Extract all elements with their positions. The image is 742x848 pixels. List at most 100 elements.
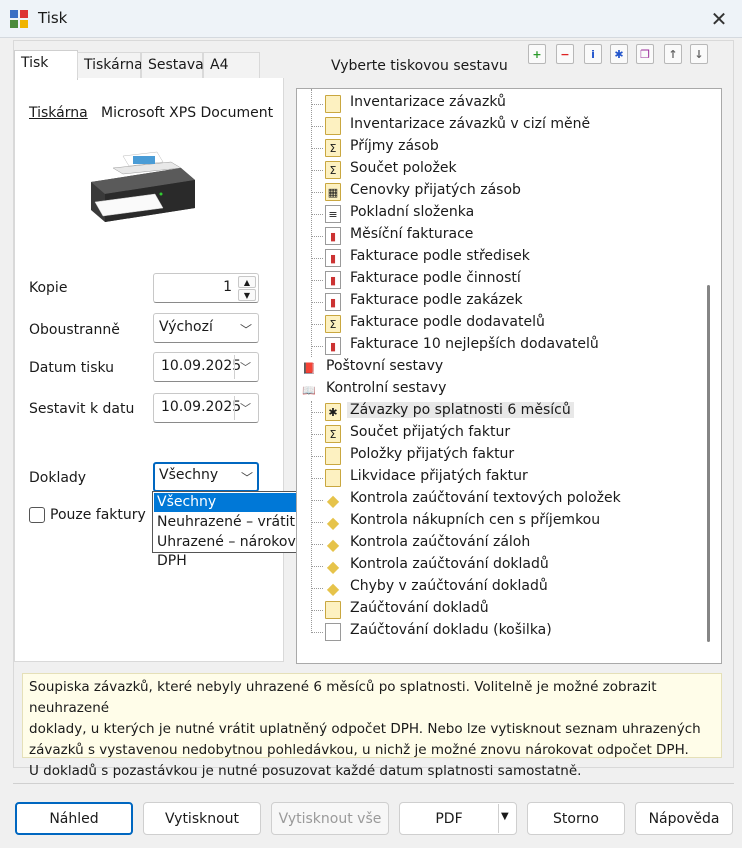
tree-item[interactable]: ◆ Kontrola zaúčtování záloh	[297, 533, 697, 555]
tree-item[interactable]: Σ Součet přijatých faktur	[297, 423, 697, 445]
tree-connector	[311, 258, 323, 259]
tree-connector	[311, 280, 323, 281]
tree-item[interactable]: Σ Příjmy zásob	[297, 137, 697, 159]
document-icon	[325, 601, 341, 619]
pdf-dropdown-arrow-icon[interactable]: ▼	[501, 811, 509, 822]
spin-down-button[interactable]: ▼	[238, 289, 256, 301]
tab-sestava[interactable]: Sestava	[141, 52, 204, 78]
tree-connector	[311, 456, 323, 457]
tree-item-label: Poštovní sestavy	[326, 358, 444, 374]
move-up-button[interactable]: ↑	[664, 44, 682, 64]
tree-item-label: Kontrolní sestavy	[326, 380, 447, 396]
bar-chart-icon: ▮	[325, 249, 341, 267]
sestavit-k-datu-picker[interactable]: 10.09.2025 ﹀	[153, 393, 259, 423]
info-button[interactable]: i	[584, 44, 602, 64]
sum-icon: Σ	[325, 425, 341, 443]
tab-a4[interactable]: A4	[203, 52, 260, 78]
tree-connector	[311, 434, 323, 435]
help-button[interactable]: Nápověda	[635, 802, 733, 835]
tree-item[interactable]: Položky přijatých faktur	[297, 445, 697, 467]
tree-item-label: Fakturace podle zakázek	[350, 292, 523, 308]
copy-icon: ❐	[640, 47, 650, 61]
tree-item-label: Likvidace přijatých faktur	[350, 468, 528, 484]
tree-group[interactable]: 📖 Kontrolní sestavy	[297, 379, 697, 401]
date-dropdown-button[interactable]: ﹀	[234, 355, 256, 379]
tree-item-label: Závazky po splatnosti 6 měsíců	[347, 402, 574, 418]
tab-tiskarna[interactable]: Tiskárna	[77, 52, 143, 78]
tree-item-label: Součet přijatých faktur	[350, 424, 511, 440]
tree-connector	[311, 346, 323, 347]
sum-icon: Σ	[325, 315, 341, 333]
tab-tisk[interactable]: Tisk	[14, 50, 78, 80]
remove-report-button[interactable]: −	[556, 44, 574, 64]
tree-item[interactable]: ≡ Pokladní složenka	[297, 203, 697, 225]
tree-item[interactable]: Inventarizace závazků v cizí měně	[297, 115, 697, 137]
printer-link[interactable]: Tiskárna	[29, 105, 88, 121]
tree-item[interactable]: Σ Fakturace podle dodavatelů	[297, 313, 697, 335]
tree-item-label: Cenovky přijatých zásob	[350, 182, 521, 198]
oboustranne-select[interactable]: Výchozí ﹀	[153, 313, 259, 343]
spin-up-button[interactable]: ▲	[238, 276, 256, 288]
warning-icon: ◆	[326, 578, 340, 598]
tree-item[interactable]: ▮ Fakturace podle středisek	[297, 247, 697, 269]
tree-group[interactable]: 📕 Poštovní sestavy	[297, 357, 697, 379]
tree-item[interactable]: ◆ Kontrola nákupních cen s příjemkou	[297, 511, 697, 533]
print-all-button[interactable]: Vytisknout vše	[271, 802, 389, 835]
report-tree[interactable]: Inventarizace závazků Inventarizace závaz…	[296, 88, 722, 664]
minus-icon: −	[560, 47, 570, 61]
title-bar	[0, 0, 742, 38]
tree-item[interactable]: ▮ Měsíční fakturace	[297, 225, 697, 247]
doklady-select[interactable]: Všechny ﹀	[153, 462, 259, 492]
move-down-button[interactable]: ↓	[690, 44, 708, 64]
tree-item[interactable]: ▮ Fakturace podle zakázek	[297, 291, 697, 313]
tree-connector	[311, 544, 323, 545]
tree-connector	[311, 500, 323, 501]
tree-connector	[311, 632, 323, 633]
bar-chart-icon: ▮	[325, 337, 341, 355]
tree-item[interactable]: Σ Součet položek	[297, 159, 697, 181]
table-icon: ▦	[325, 183, 341, 201]
bar-chart-icon: ▮	[325, 271, 341, 289]
preview-button[interactable]: Náhled	[15, 802, 133, 835]
tree-connector	[311, 412, 323, 413]
warning-icon: ◆	[326, 534, 340, 554]
copy-report-button[interactable]: ❐	[636, 44, 654, 64]
tree-item[interactable]: ◆ Chyby v zaúčtování dokladů	[297, 577, 697, 599]
close-button[interactable]: ✕	[700, 4, 738, 34]
tree-item[interactable]: ◆ Kontrola zaúčtování dokladů	[297, 555, 697, 577]
tree-item[interactable]: ✱ Závazky po splatnosti 6 měsíců	[297, 401, 697, 423]
tree-item-label: Zaúčtování dokladu (košilka)	[350, 622, 552, 638]
datum-tisku-picker[interactable]: 10.09.2025 ﹀	[153, 352, 259, 382]
pouze-faktury-checkbox[interactable]	[29, 507, 45, 523]
tree-item[interactable]: Zaúčtování dokladu (košilka)	[297, 621, 697, 643]
document-icon	[325, 447, 341, 465]
kopie-label: Kopie	[29, 280, 68, 296]
text-document-icon: ≡	[325, 205, 341, 223]
asterisk-document-icon: ✱	[325, 403, 341, 421]
tree-connector	[311, 170, 323, 171]
tree-item[interactable]: Zaúčtování dokladů	[297, 599, 697, 621]
date-dropdown-button[interactable]: ﹀	[234, 396, 256, 420]
arrow-up-icon: ↑	[668, 47, 678, 61]
print-button[interactable]: Vytisknout	[143, 802, 261, 835]
cancel-button[interactable]: Storno	[527, 802, 625, 835]
arrow-down-icon: ↓	[694, 47, 704, 61]
tree-item[interactable]: ▦ Cenovky přijatých zásob	[297, 181, 697, 203]
tree-item[interactable]: ▮ Fakturace 10 nejlepších dodavatelů	[297, 335, 697, 357]
pdf-button[interactable]: PDF	[399, 802, 517, 835]
tree-item-label: Inventarizace závazků	[350, 94, 506, 110]
tree-item[interactable]: Likvidace přijatých faktur	[297, 467, 697, 489]
warning-icon: ◆	[326, 490, 340, 510]
warning-icon: ◆	[326, 556, 340, 576]
sum-icon: Σ	[325, 139, 341, 157]
tree-item[interactable]: ▮ Fakturace podle činností	[297, 269, 697, 291]
app-icon	[10, 10, 28, 28]
tree-item[interactable]: ◆ Kontrola zaúčtování textových položek	[297, 489, 697, 511]
report-description: Soupiska závazků, které nebyly uhrazené …	[22, 673, 722, 779]
tree-item[interactable]: Inventarizace závazků	[297, 93, 697, 115]
scrollbar-thumb[interactable]	[707, 285, 710, 642]
add-report-button[interactable]: +	[528, 44, 546, 64]
pouze-faktury-label[interactable]: Pouze faktury	[50, 507, 146, 523]
new-report-button[interactable]: ✱	[610, 44, 628, 64]
kopie-stepper[interactable]: 1 ▲ ▼	[153, 273, 259, 303]
